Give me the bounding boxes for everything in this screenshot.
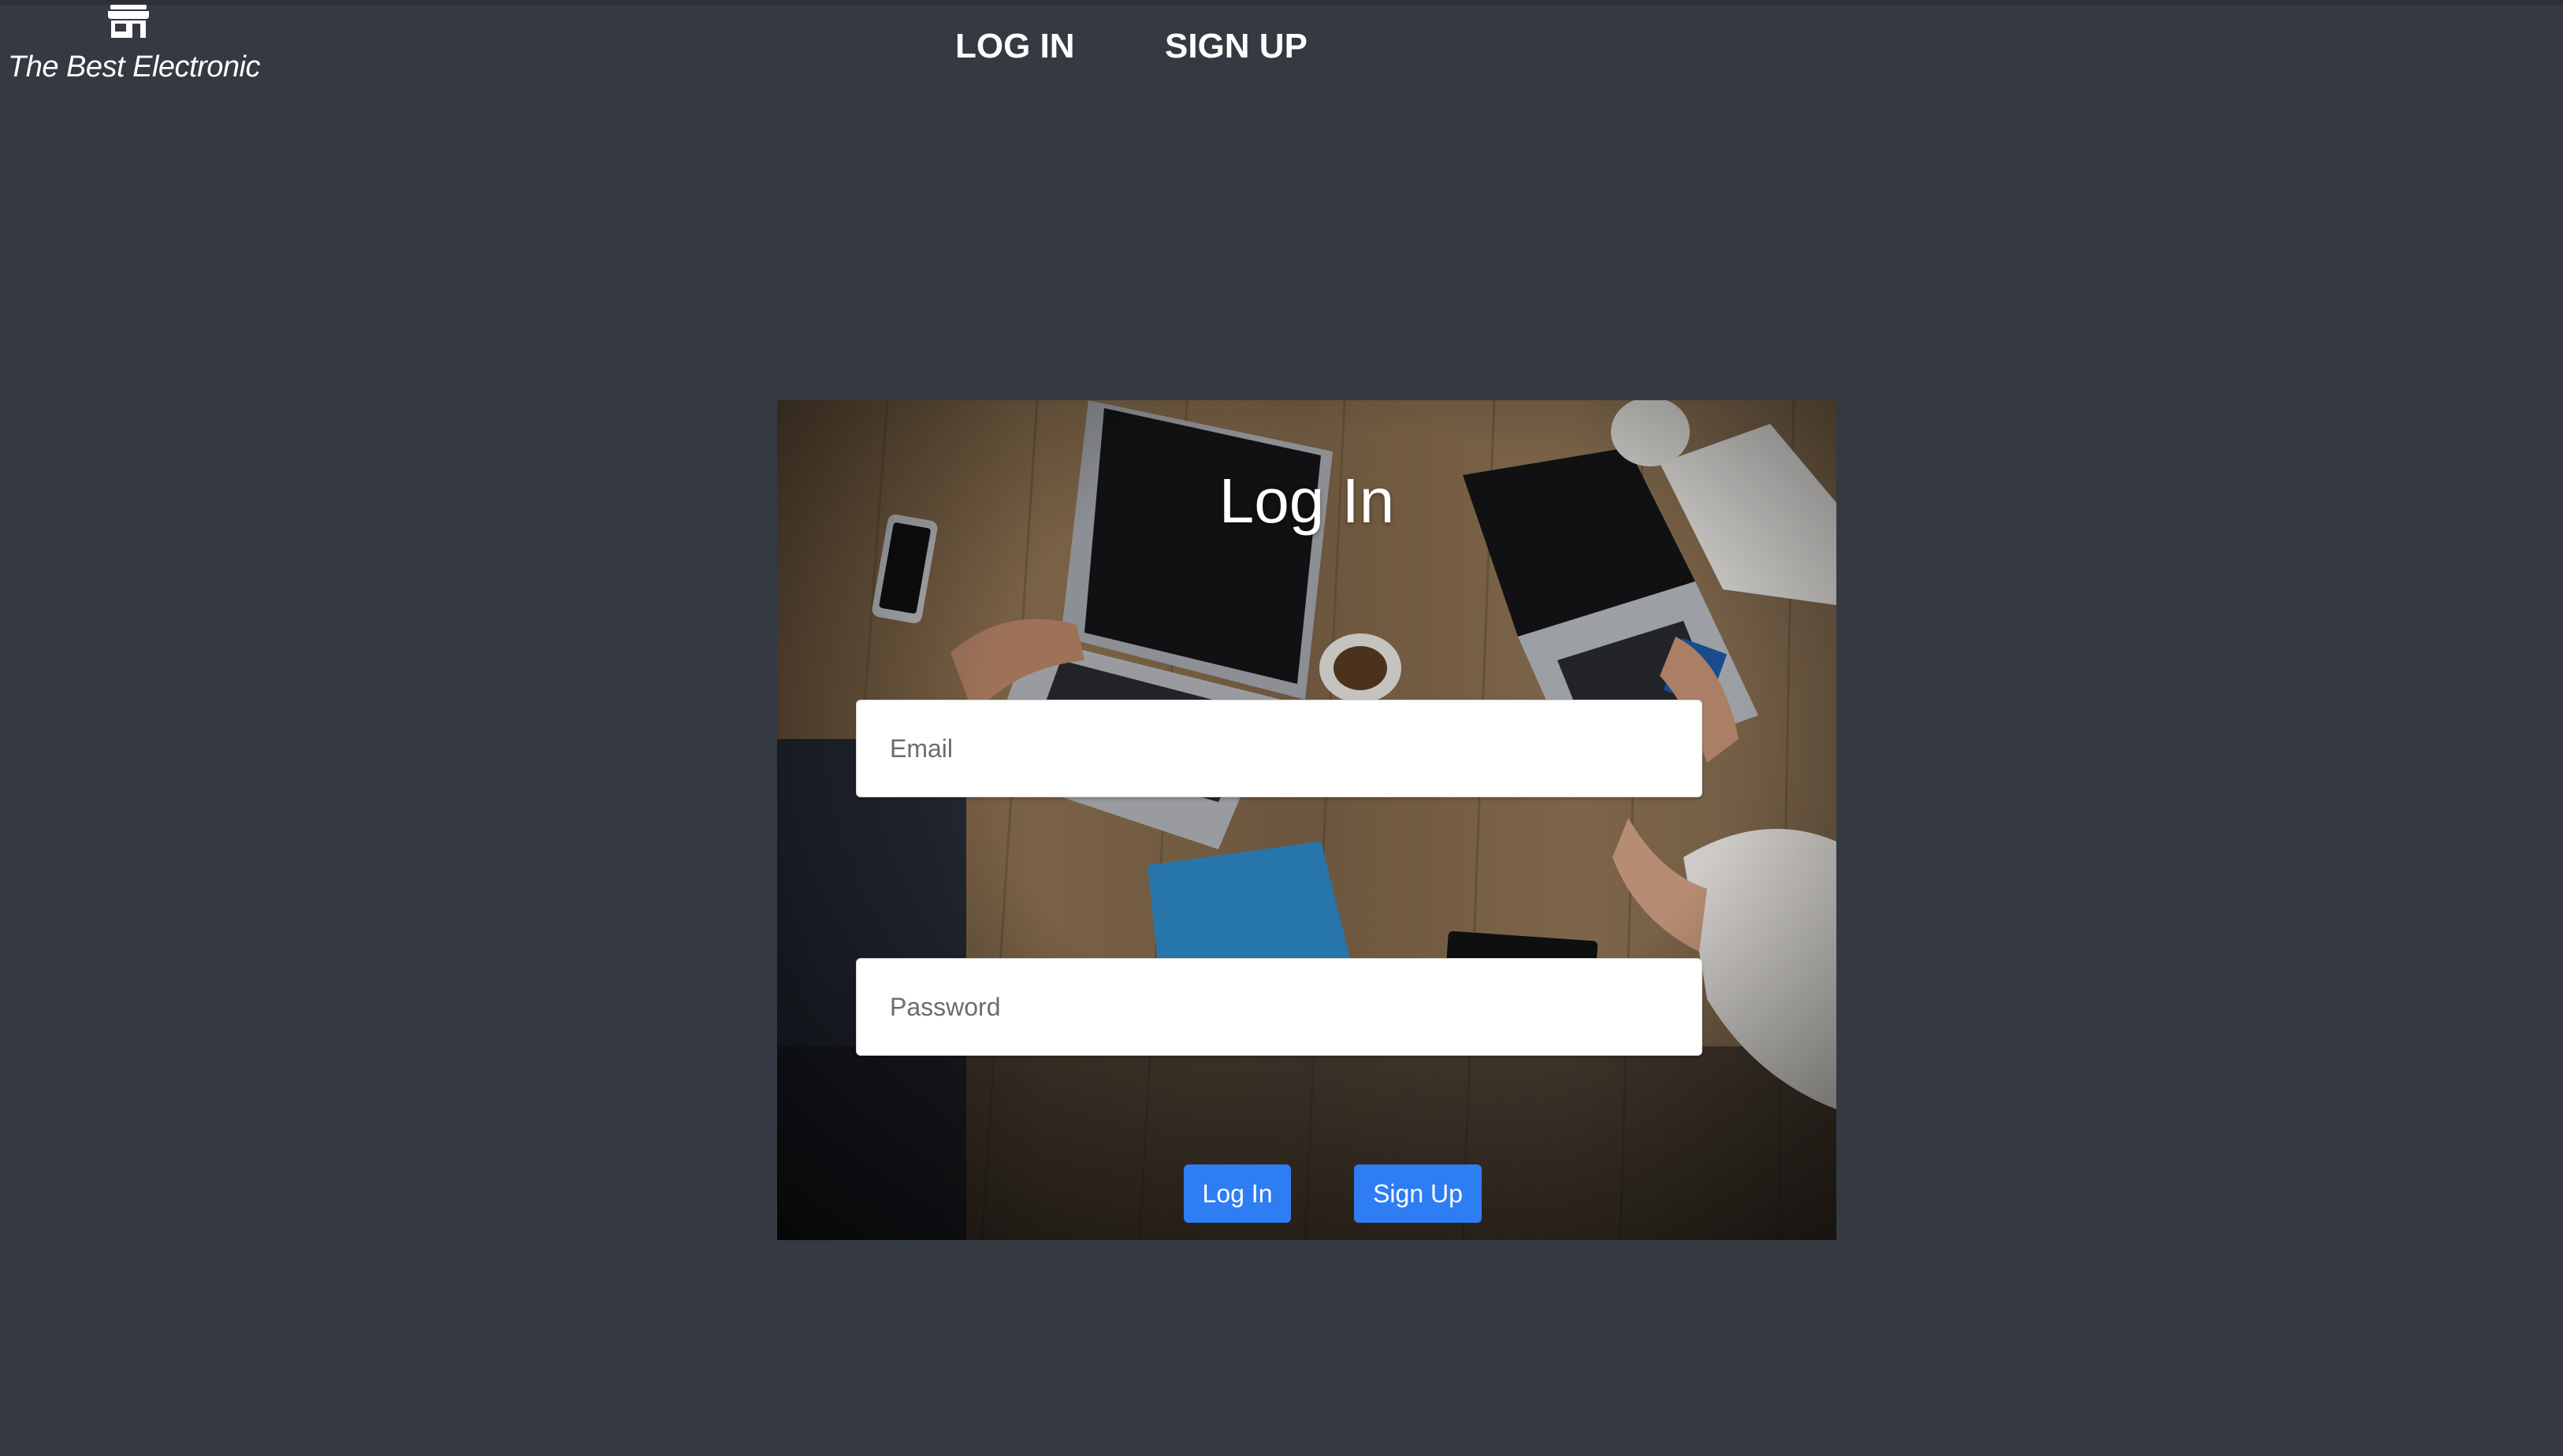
email-field[interactable]: [856, 700, 1702, 797]
store-icon: [108, 5, 149, 38]
signup-button[interactable]: Sign Up: [1354, 1164, 1482, 1223]
password-field[interactable]: [856, 958, 1702, 1056]
login-card: Log In Log In Sign Up: [777, 400, 1836, 1240]
login-button[interactable]: Log In: [1184, 1164, 1291, 1223]
top-border: [0, 0, 2563, 5]
nav-login-link[interactable]: LOG IN: [955, 27, 1075, 66]
login-title: Log In: [1218, 466, 1395, 536]
brand-logo[interactable]: The Best Electronic: [6, 3, 266, 90]
nav-signup-link[interactable]: SIGN UP: [1165, 27, 1308, 66]
brand-name: The Best Electronic: [8, 50, 260, 84]
